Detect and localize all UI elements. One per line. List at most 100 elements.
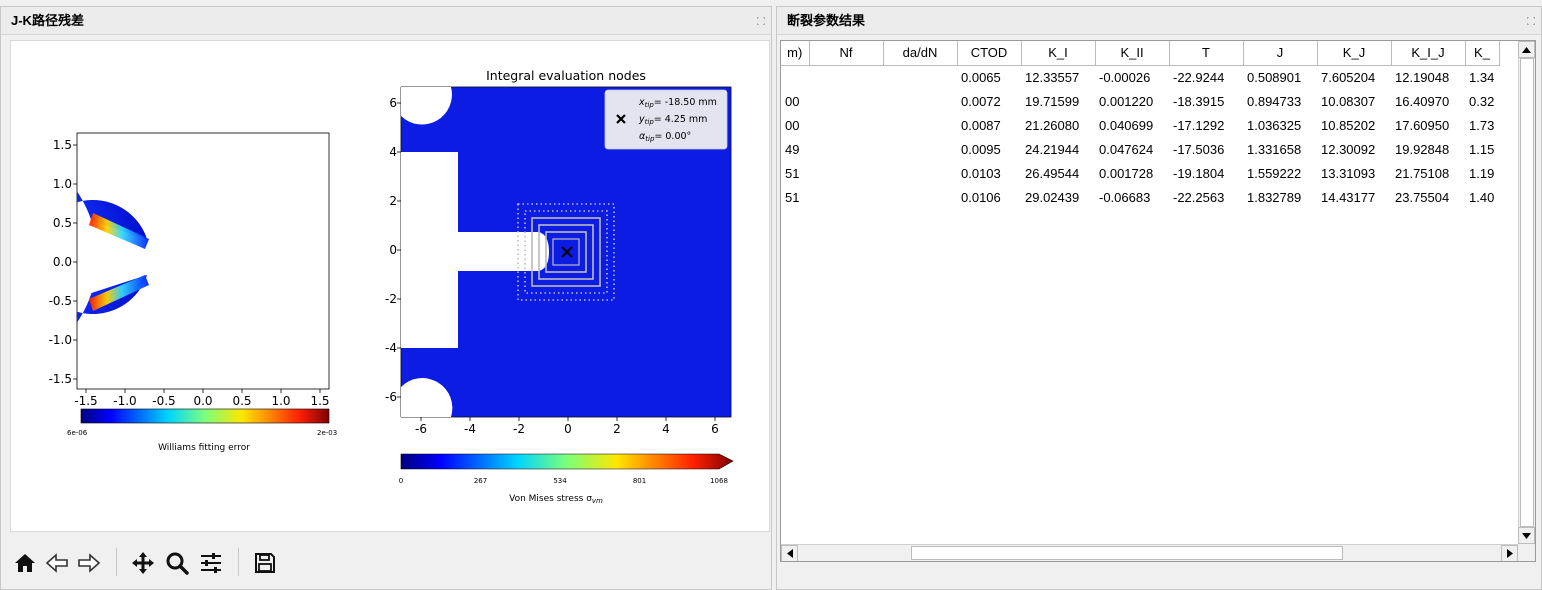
table-cell[interactable]: 0.001220 [1095,89,1169,113]
table-cell[interactable] [809,137,883,161]
horizontal-scroll-thumb[interactable] [911,546,1343,560]
table-cell[interactable]: 0.0087 [957,113,1021,137]
column-header[interactable]: K_J [1317,41,1392,66]
table-cell[interactable]: 24.21944 [1021,137,1095,161]
table-cell[interactable]: 1.559222 [1243,161,1317,185]
table-cell[interactable]: 0.047624 [1095,137,1169,161]
table-cell[interactable]: -22.9244 [1169,65,1243,89]
table-cell[interactable]: 0.0072 [957,89,1021,113]
table-row[interactable]: 51 0.0106 29.02439 -0.06683 -22.2563 1.8327… [781,185,1499,209]
table-cell[interactable]: 51 [781,161,809,185]
column-header[interactable]: K_I_J [1391,41,1466,66]
table-cell[interactable] [883,137,957,161]
vertical-scroll-thumb[interactable] [1520,58,1534,527]
table-cell[interactable]: 0.0106 [957,185,1021,209]
table-cell[interactable]: 7.605204 [1317,65,1391,89]
table-cell[interactable] [883,65,957,89]
table-cell[interactable]: 13.31093 [1317,161,1391,185]
table-row[interactable]: 51 0.0103 26.49544 0.001728 -19.1804 1.55922… [781,161,1499,185]
back-button[interactable] [42,548,72,578]
table-cell[interactable]: 1.331658 [1243,137,1317,161]
table-cell[interactable]: 00 [781,113,809,137]
home-button[interactable] [10,548,40,578]
table-cell[interactable] [883,113,957,137]
table-cell[interactable] [883,89,957,113]
table-cell[interactable]: 1.15 [1465,137,1499,161]
table-cell[interactable] [809,89,883,113]
table-cell[interactable]: 10.85202 [1317,113,1391,137]
column-header[interactable]: Nf [809,41,884,66]
scroll-left-button[interactable] [781,545,798,561]
table-cell[interactable]: 1.40 [1465,185,1499,209]
table-cell[interactable]: 0.001728 [1095,161,1169,185]
table-cell[interactable]: 1.036325 [1243,113,1317,137]
column-header[interactable]: J [1243,41,1318,66]
table-cell[interactable]: 1.832789 [1243,185,1317,209]
table-row[interactable]: 00 0.0087 21.26080 0.040699 -17.1292 1.03632… [781,113,1499,137]
table-cell[interactable]: 14.43177 [1317,185,1391,209]
table-cell[interactable]: 1.19 [1465,161,1499,185]
table-cell[interactable]: 23.75504 [1391,185,1465,209]
fracture-results-table-view[interactable]: m) Nf da/dN CTOD K_I K_II T J K_J K_I_J K_ 0.0065 1… [780,40,1536,562]
table-cell[interactable] [883,185,957,209]
float-panel-icon[interactable] [1527,17,1535,25]
table-cell[interactable]: 51 [781,185,809,209]
table-cell[interactable]: 16.40970 [1391,89,1465,113]
column-header[interactable]: K_I [1021,41,1096,66]
table-cell[interactable] [809,65,883,89]
table-cell[interactable]: 12.30092 [1317,137,1391,161]
table-cell[interactable]: 00 [781,89,809,113]
table-cell[interactable]: 19.71599 [1021,89,1095,113]
table-cell[interactable]: 0.508901 [1243,65,1317,89]
table-cell[interactable]: 21.26080 [1021,113,1095,137]
pan-button[interactable] [128,548,158,578]
table-cell[interactable] [809,161,883,185]
table-cell[interactable]: 0.0103 [957,161,1021,185]
column-header[interactable]: K_ [1465,41,1500,66]
table-row[interactable]: 00 0.0072 19.71599 0.001220 -18.3915 0.89473… [781,89,1499,113]
table-cell[interactable] [883,161,957,185]
table-cell[interactable]: 10.08307 [1317,89,1391,113]
table-cell[interactable]: 0.32 [1465,89,1499,113]
scroll-right-button[interactable] [1501,545,1518,561]
table-cell[interactable]: 1.73 [1465,113,1499,137]
table-cell[interactable]: 17.60950 [1391,113,1465,137]
table-cell[interactable]: 19.92848 [1391,137,1465,161]
table-cell[interactable]: 0.040699 [1095,113,1169,137]
table-cell[interactable]: 12.33557 [1021,65,1095,89]
table-cell[interactable]: 29.02439 [1021,185,1095,209]
table-cell[interactable]: -0.00026 [1095,65,1169,89]
table-cell[interactable]: 26.49544 [1021,161,1095,185]
configure-button[interactable] [196,548,226,578]
table-cell[interactable]: -0.06683 [1095,185,1169,209]
scroll-down-button[interactable] [1518,527,1535,544]
table-cell[interactable]: 0.0095 [957,137,1021,161]
float-panel-icon[interactable] [757,17,765,25]
table-cell[interactable]: 49 [781,137,809,161]
column-header[interactable]: da/dN [883,41,958,66]
table-cell[interactable]: -18.3915 [1169,89,1243,113]
table-cell[interactable]: -22.2563 [1169,185,1243,209]
table-cell[interactable] [809,185,883,209]
column-header[interactable]: CTOD [957,41,1022,66]
table-cell[interactable] [781,65,809,89]
save-button[interactable] [250,548,280,578]
column-header[interactable]: K_II [1095,41,1170,66]
table-cell[interactable]: 21.75108 [1391,161,1465,185]
zoom-button[interactable] [162,548,192,578]
table-cell[interactable]: 12.19048 [1391,65,1465,89]
table-cell[interactable]: 0.894733 [1243,89,1317,113]
table-row[interactable]: 0.0065 12.33557 -0.00026 -22.9244 0.508901… [781,65,1499,89]
table-cell[interactable]: -17.5036 [1169,137,1243,161]
table-cell[interactable]: 1.34 [1465,65,1499,89]
table-cell[interactable]: 0.0065 [957,65,1021,89]
plot-canvas[interactable]: 1.5 1.0 0.5 0.0 -0.5 -1.0 -1.5 -1.5 -1.0 -0.5 0.0… [10,40,770,532]
column-header[interactable]: m) [781,41,810,66]
horizontal-scrollbar[interactable] [781,544,1518,561]
scroll-up-button[interactable] [1518,41,1535,58]
vertical-scrollbar[interactable] [1518,41,1535,544]
forward-button[interactable] [74,548,104,578]
table-cell[interactable]: -19.1804 [1169,161,1243,185]
column-header[interactable]: T [1169,41,1244,66]
table-cell[interactable]: -17.1292 [1169,113,1243,137]
